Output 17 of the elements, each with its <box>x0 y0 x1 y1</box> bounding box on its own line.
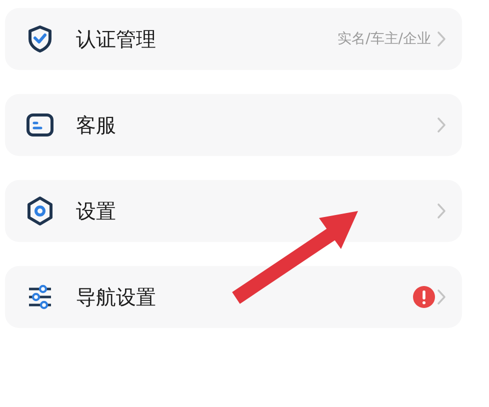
settings-icon <box>26 196 54 226</box>
chevron-icon <box>437 289 446 305</box>
chevron-icon <box>437 117 446 133</box>
item-label: 导航设置 <box>76 284 156 310</box>
menu-item[interactable]: 客服 <box>5 94 462 156</box>
menu-item[interactable]: 导航设置 <box>5 266 462 328</box>
item-label: 客服 <box>76 112 116 138</box>
shield-icon <box>27 25 53 53</box>
item-label: 认证管理 <box>76 26 156 52</box>
chevron-icon <box>437 203 446 219</box>
chat-icon <box>26 113 54 137</box>
item-label: 设置 <box>76 198 116 224</box>
sliders-icon <box>27 284 53 310</box>
menu-item[interactable]: 设置 <box>5 180 462 242</box>
chevron-icon <box>437 31 446 47</box>
menu-item[interactable]: 认证管理 实名/车主/企业 <box>5 8 462 70</box>
item-detail: 实名/车主/企业 <box>338 30 431 48</box>
